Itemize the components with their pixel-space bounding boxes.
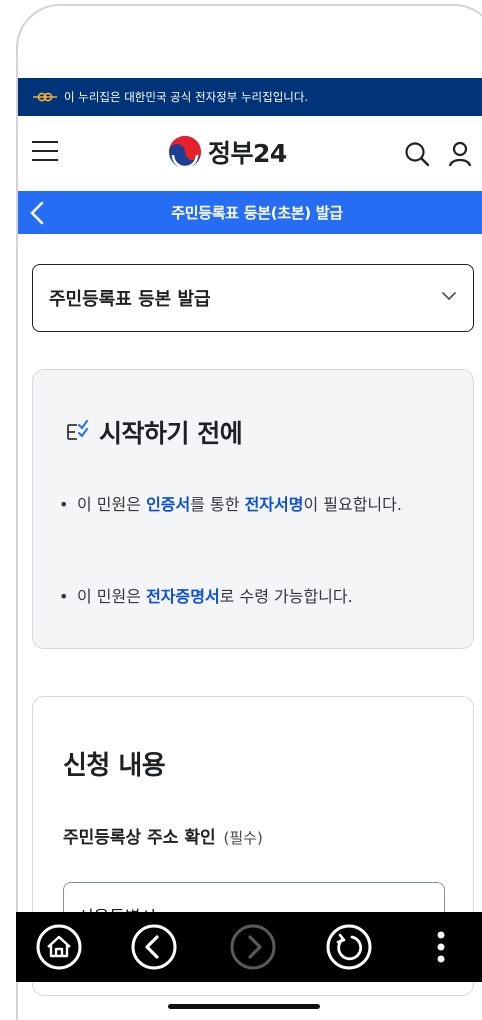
taegeuk-flag-icon bbox=[32, 91, 58, 103]
service-select-value: 주민등록표 등본 발급 bbox=[49, 289, 211, 310]
page-title: 주민등록표 등본(초본) 발급 bbox=[171, 204, 343, 222]
reload-icon[interactable] bbox=[324, 922, 374, 972]
address-label: 주민등록상 주소 확인 (필수) bbox=[63, 828, 263, 848]
chevron-left-icon[interactable] bbox=[26, 199, 50, 227]
forward-icon[interactable] bbox=[228, 922, 278, 972]
notice-title: 시작하기 전에 bbox=[99, 419, 243, 448]
gov-banner: 이 누리집은 대한민국 공식 전자정부 누리집입니다. bbox=[18, 78, 482, 116]
service-select[interactable]: 주민등록표 등본 발급 bbox=[32, 264, 474, 332]
hamburger-icon[interactable] bbox=[32, 141, 58, 165]
gov-banner-text: 이 누리집은 대한민국 공식 전자정부 누리집입니다. bbox=[64, 90, 309, 104]
notice-box: 시작하기 전에 • 이 민원은 인증서를 통한 전자서명이 필요합니다. • 이… bbox=[32, 369, 474, 649]
logo-text: 정부24 bbox=[208, 139, 287, 168]
back-icon[interactable] bbox=[129, 922, 179, 972]
header: 정부24 bbox=[18, 116, 482, 191]
gov-symbol-icon bbox=[169, 136, 201, 169]
notice-bullet-e-cert: • 이 민원은 전자증명서로 수령 가능합니다. bbox=[59, 587, 353, 606]
browser-navbar bbox=[16, 912, 482, 982]
gov24-logo[interactable]: 정부24 bbox=[168, 134, 287, 170]
phone-frame: 이 누리집은 대한민국 공식 전자정부 누리집입니다. 정부24 주민등록표 등… bbox=[16, 4, 482, 1020]
page-titlebar: 주민등록표 등본(초본) 발급 bbox=[18, 191, 482, 234]
home-indicator[interactable] bbox=[168, 1004, 320, 1009]
certificate-link: 인증서 bbox=[146, 495, 191, 514]
chevron-down-icon bbox=[442, 292, 456, 301]
e-signature-link: 전자서명 bbox=[244, 495, 304, 514]
home-icon[interactable] bbox=[34, 922, 84, 972]
application-title: 신청 내용 bbox=[63, 751, 166, 781]
required-mark: (필수) bbox=[223, 829, 263, 847]
notice-bullet-signature: • 이 민원은 인증서를 통한 전자서명이 필요합니다. bbox=[59, 495, 402, 514]
user-icon[interactable] bbox=[446, 140, 474, 168]
e-certificate-link: 전자증명서 bbox=[146, 587, 220, 606]
notice-header: 시작하기 전에 bbox=[65, 414, 243, 450]
more-icon[interactable] bbox=[426, 922, 456, 972]
search-icon[interactable] bbox=[403, 140, 431, 168]
checklist-icon bbox=[67, 420, 88, 440]
